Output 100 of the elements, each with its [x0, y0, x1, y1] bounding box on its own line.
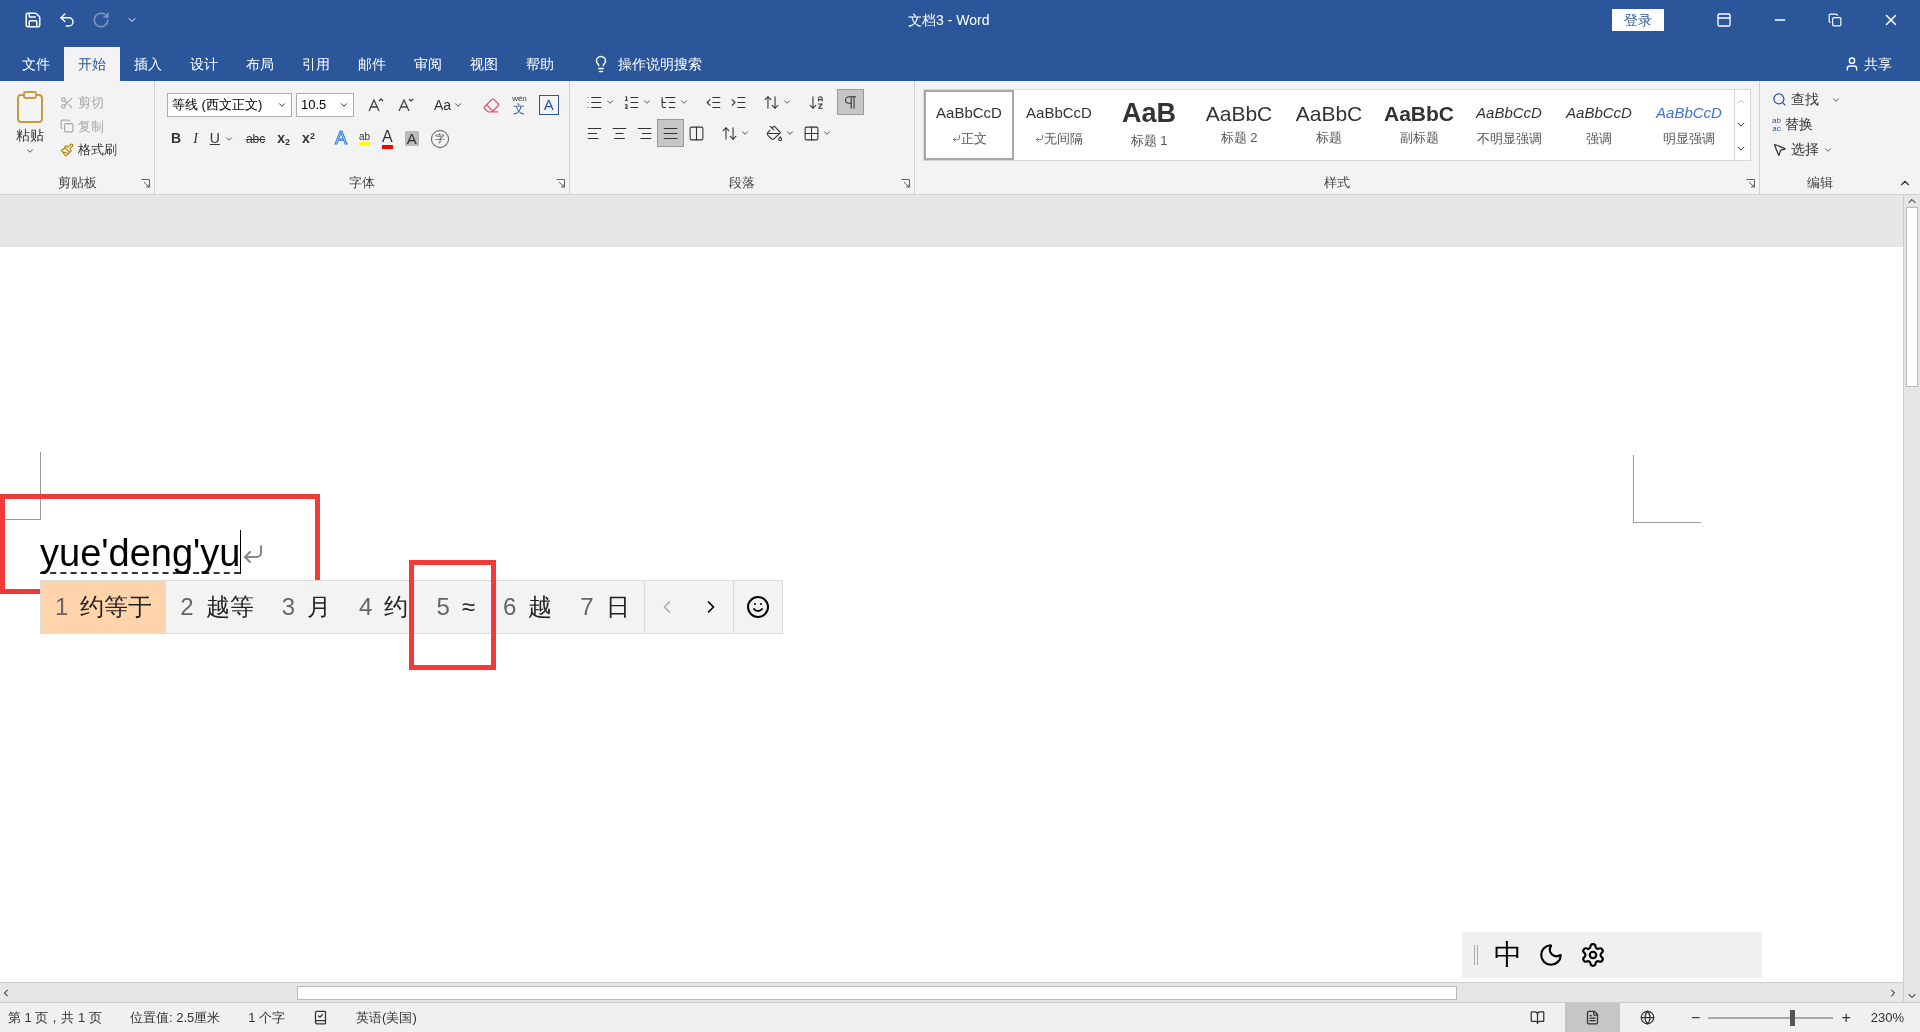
caret-icon: [785, 128, 795, 138]
word-count[interactable]: 1 个字: [248, 1007, 286, 1028]
group-label: 样式: [1324, 174, 1350, 193]
caret-icon: [679, 97, 689, 107]
zoom-slider-thumb[interactable]: [1789, 1009, 1795, 1026]
undo-icon[interactable]: [58, 11, 76, 29]
caret-icon: [25, 146, 35, 156]
font-name-dropdown[interactable]: 等线 (西文正文): [167, 93, 292, 117]
globe-icon: [1640, 1010, 1656, 1025]
ribbon-tab[interactable]: 帮助: [512, 47, 568, 81]
ribbon-tab[interactable]: 视图: [456, 47, 512, 81]
ribbon-tab[interactable]: 开始: [64, 47, 120, 81]
dialog-launcher-icon[interactable]: [141, 179, 150, 188]
character-border-button[interactable]: A: [538, 95, 559, 115]
candidate-item[interactable]: 6 越: [488, 581, 567, 633]
page-count[interactable]: 第 1 页，共 1 页: [8, 1007, 102, 1028]
copy-icon: [60, 119, 74, 134]
phonetic-guide-button[interactable]: wén 文: [512, 95, 527, 115]
dialog-launcher-icon[interactable]: [901, 179, 910, 188]
ribbon-tab[interactable]: 插入: [120, 47, 176, 81]
zoom-level[interactable]: 230%: [1870, 1007, 1904, 1028]
font-color-button[interactable]: A: [382, 128, 393, 149]
dialog-launcher-icon[interactable]: [1746, 179, 1755, 188]
show-marks-button[interactable]: [837, 89, 864, 115]
style-gallery-item[interactable]: AaBbCcD 正文: [924, 90, 1014, 160]
grid-icon: [803, 124, 820, 142]
zoom-out-button[interactable]: −: [1691, 1005, 1701, 1030]
candidate-item[interactable]: 1 约等于: [41, 581, 167, 633]
candidate-item[interactable]: 4 约: [345, 581, 423, 633]
ime-mode-toggle[interactable]: 中: [1494, 934, 1522, 976]
caret-icon: [277, 100, 287, 110]
restore-icon[interactable]: [1828, 13, 1842, 27]
arrows-icon: [763, 93, 780, 111]
clear-formatting-icon[interactable]: [483, 96, 501, 114]
line-spacing-icon: [721, 124, 738, 142]
find-button[interactable]: 查找: [1772, 89, 1880, 110]
scrollbar-thumb[interactable]: [1906, 207, 1918, 387]
strikethrough-button[interactable]: abc: [245, 129, 266, 148]
tell-me-field[interactable]: 操作说明搜索: [618, 53, 702, 75]
dialog-launcher-icon[interactable]: [556, 179, 565, 188]
style-gallery-item[interactable]: AaBbC 标题 2: [1194, 90, 1284, 160]
scrollbar-thumb[interactable]: [297, 985, 1457, 1000]
ribbon-tab[interactable]: 邮件: [344, 47, 400, 81]
group-label: 编辑: [1807, 174, 1833, 193]
superscript-button[interactable]: x$^{2}$: [302, 128, 315, 149]
candidate-item[interactable]: 2 越等: [166, 581, 268, 633]
shrink-font-icon[interactable]: [396, 96, 414, 114]
zoom-in-button[interactable]: +: [1841, 1005, 1851, 1030]
select-button[interactable]: 选择: [1772, 139, 1880, 160]
character-shading-button[interactable]: A: [404, 131, 419, 146]
font-size-dropdown[interactable]: 10.5: [296, 93, 354, 117]
proofing-icon[interactable]: [313, 1010, 329, 1025]
save-icon[interactable]: [24, 11, 42, 29]
italic-button[interactable]: I: [193, 128, 198, 149]
caret-icon: [453, 100, 464, 110]
emoji-icon[interactable]: [745, 595, 770, 619]
share-button[interactable]: 共享: [1844, 47, 1892, 81]
search-icon: [1772, 92, 1787, 107]
settings-icon[interactable]: [1580, 942, 1606, 968]
change-case-button[interactable]: Aa: [434, 94, 464, 116]
position-indicator[interactable]: 位置值: 2.5厘米: [129, 1007, 221, 1028]
justify-button[interactable]: [657, 119, 684, 147]
candidate-item[interactable]: 5 ≈: [422, 581, 489, 633]
ribbon-tab[interactable]: 布局: [232, 47, 288, 81]
ribbon-tab[interactable]: 审阅: [400, 47, 456, 81]
paint-bucket-icon: [766, 124, 783, 142]
style-gallery-item[interactable]: AaBbC 副标题: [1374, 90, 1464, 160]
style-gallery-item[interactable]: AaB 标题 1: [1104, 90, 1194, 160]
person-icon: [1844, 56, 1860, 72]
view-button[interactable]: [1565, 1003, 1621, 1032]
book-icon: [1530, 1010, 1546, 1025]
style-gallery-item[interactable]: AaBbCcD 明显强调: [1644, 90, 1734, 160]
language-indicator[interactable]: 英语(美国): [356, 1007, 417, 1028]
candidate-item[interactable]: 3 月: [267, 581, 346, 633]
highlight-button[interactable]: ab: [358, 131, 371, 146]
pilcrow-icon: [842, 93, 859, 111]
paste-button[interactable]: 粘贴: [12, 89, 48, 172]
subscript-button[interactable]: x$_{2}$: [277, 128, 291, 149]
grow-font-icon[interactable]: [366, 96, 384, 114]
ribbon-tab[interactable]: 设计: [176, 47, 232, 81]
scissors-icon: [60, 95, 74, 110]
ribbon-tab[interactable]: 文件: [8, 47, 64, 81]
style-gallery-item[interactable]: AaBbCcD 强调: [1554, 90, 1644, 160]
columns-icon: [688, 124, 705, 142]
bold-button[interactable]: B: [171, 128, 182, 149]
caret-icon: [782, 97, 792, 107]
group-label: 剪贴板: [57, 174, 97, 193]
style-gallery-item[interactable]: AaBbC 标题: [1284, 90, 1374, 160]
candidate-item[interactable]: 7 日: [566, 581, 644, 633]
format-painter-button[interactable]: 格式刷: [60, 140, 117, 160]
style-gallery-item[interactable]: AaBbCcD 无间隔: [1014, 90, 1104, 160]
group-label: 段落: [729, 174, 755, 193]
style-gallery-item[interactable]: AaBbCcD 不明显强调: [1464, 90, 1554, 160]
underline-button[interactable]: U: [209, 128, 220, 149]
moon-icon[interactable]: [1538, 942, 1564, 968]
ribbon-display-icon[interactable]: [1716, 12, 1732, 28]
ribbon-tab[interactable]: 引用: [288, 47, 344, 81]
sign-in-button[interactable]: 登录: [1612, 9, 1664, 31]
caret-icon: [605, 97, 615, 107]
sort-icon: [808, 93, 825, 111]
